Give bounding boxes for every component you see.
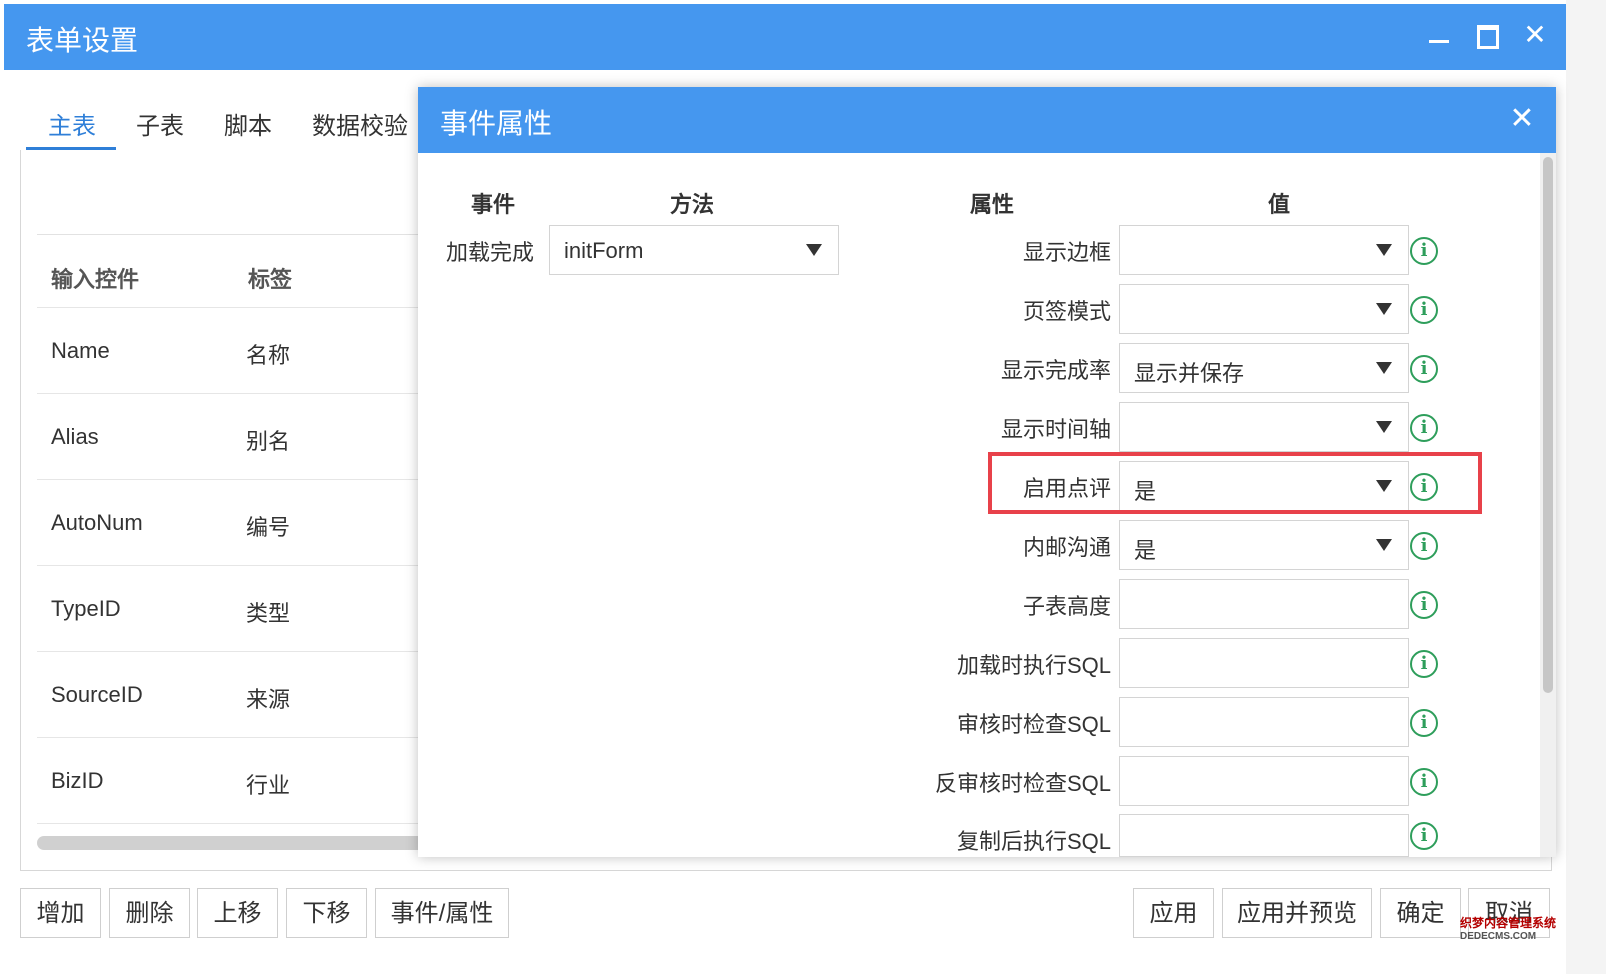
grid-header-label: 标签 <box>248 267 293 292</box>
dropdown-arrow-icon <box>1376 421 1392 433</box>
grid-cell-label[interactable]: 类型 <box>246 596 290 628</box>
property-select[interactable] <box>1119 225 1409 275</box>
watermark-line: DEDECMS.COM <box>1460 931 1537 942</box>
grid-divider <box>37 393 437 394</box>
info-icon[interactable]: i <box>1410 355 1438 383</box>
property-select[interactable] <box>1119 402 1409 452</box>
close-icon[interactable]: ✕ <box>1504 101 1540 137</box>
info-icon[interactable]: i <box>1410 414 1438 442</box>
property-label: 审核时检查SQL <box>956 712 1111 737</box>
minimize-icon[interactable] <box>1422 18 1456 52</box>
tab-validation[interactable]: 数据校验 <box>312 106 408 141</box>
property-label: 加载时执行SQL <box>956 653 1111 678</box>
event-properties-dialog: 事件属性 ✕ 事件 方法 属性 值 加载完成 initForm 显示边框 i 页… <box>418 87 1556 857</box>
watermark: 织梦内容管理系统 DEDECMS.COM <box>1460 916 1556 944</box>
tab-sub-table[interactable]: 子表 <box>136 106 184 141</box>
grid-cell-label[interactable]: 编号 <box>246 510 290 542</box>
scrollbar-thumb[interactable] <box>1543 157 1553 693</box>
property-label: 显示边框 <box>1022 240 1111 265</box>
property-label: 反审核时检查SQL <box>934 771 1111 796</box>
grid-cell-control[interactable]: BizID <box>51 768 104 794</box>
event-properties-button[interactable]: 事件/属性 <box>375 888 509 938</box>
apply-button[interactable]: 应用 <box>1133 888 1214 938</box>
info-icon[interactable]: i <box>1410 822 1438 850</box>
property-label: 子表高度 <box>1022 594 1111 619</box>
grid-cell-control[interactable]: Name <box>51 338 110 364</box>
grid-divider <box>37 565 437 566</box>
grid-cell-label[interactable]: 来源 <box>246 682 290 714</box>
dropdown-arrow-icon <box>1376 244 1392 256</box>
grid-cell-label[interactable]: 别名 <box>246 424 290 456</box>
grid-divider <box>37 479 437 480</box>
tab-main-table[interactable]: 主表 <box>48 106 96 141</box>
grid-cell-control[interactable]: AutoNum <box>51 510 143 536</box>
grid-header-control: 输入控件 <box>51 267 140 292</box>
grid-divider <box>37 823 437 824</box>
dialog-title: 事件属性 <box>440 108 553 139</box>
grid-divider <box>37 737 437 738</box>
property-select[interactable]: 是 <box>1119 520 1409 570</box>
method-select-value: initForm <box>564 238 644 263</box>
dialog-titlebar: 事件属性 ✕ <box>418 87 1556 153</box>
dropdown-arrow-icon <box>1376 362 1392 374</box>
property-select[interactable] <box>1119 284 1409 334</box>
confirm-button[interactable]: 确定 <box>1380 888 1461 938</box>
property-input[interactable] <box>1119 579 1409 629</box>
property-label: 内邮沟通 <box>1022 535 1111 560</box>
grid-cell-control[interactable]: Alias <box>51 424 99 450</box>
event-name: 加载完成 <box>446 240 535 265</box>
window-title: 表单设置 <box>26 25 139 56</box>
grid-divider <box>37 651 437 652</box>
watermark-line: 织梦内容管理系统 <box>1460 916 1557 930</box>
property-label: 显示时间轴 <box>1000 417 1111 442</box>
property-value: 是 <box>1134 538 1157 563</box>
apply-preview-button[interactable]: 应用并预览 <box>1222 888 1372 938</box>
property-input[interactable] <box>1119 756 1409 806</box>
info-icon[interactable]: i <box>1410 296 1438 324</box>
info-icon[interactable]: i <box>1410 768 1438 796</box>
info-icon[interactable]: i <box>1410 591 1438 619</box>
info-icon[interactable]: i <box>1410 237 1438 265</box>
move-down-button[interactable]: 下移 <box>286 888 367 938</box>
header-method: 方法 <box>670 192 715 217</box>
move-up-button[interactable]: 上移 <box>197 888 278 938</box>
header-event: 事件 <box>471 192 516 217</box>
method-select[interactable]: initForm <box>549 225 839 275</box>
grid-cell-control[interactable]: TypeID <box>51 596 121 622</box>
property-label: 复制后执行SQL <box>956 829 1111 854</box>
background-strip <box>1566 0 1606 974</box>
header-value: 值 <box>1268 192 1291 217</box>
dropdown-arrow-icon <box>1376 539 1392 551</box>
highlight-annotation <box>988 452 1482 514</box>
header-property: 属性 <box>970 192 1015 217</box>
property-label: 页签模式 <box>1022 299 1111 324</box>
info-icon[interactable]: i <box>1410 650 1438 678</box>
close-icon[interactable]: ✕ <box>1518 18 1552 52</box>
grid-cell-label[interactable]: 行业 <box>246 768 290 800</box>
tab-script[interactable]: 脚本 <box>224 106 272 141</box>
property-input[interactable] <box>1119 814 1409 857</box>
grid-cell-label[interactable]: 名称 <box>246 338 290 370</box>
grid-divider <box>37 234 437 235</box>
info-icon[interactable]: i <box>1410 709 1438 737</box>
property-select[interactable]: 显示并保存 <box>1119 343 1409 393</box>
maximize-icon[interactable] <box>1470 18 1504 52</box>
property-input[interactable] <box>1119 638 1409 688</box>
property-input[interactable] <box>1119 697 1409 747</box>
window-titlebar: 表单设置 ✕ <box>4 4 1566 70</box>
info-icon[interactable]: i <box>1410 532 1438 560</box>
property-value: 显示并保存 <box>1134 361 1245 386</box>
grid-horizontal-scrollbar[interactable] <box>37 836 437 850</box>
add-button[interactable]: 增加 <box>20 888 101 938</box>
dropdown-arrow-icon <box>1376 303 1392 315</box>
dialog-scrollbar[interactable] <box>1540 153 1556 857</box>
grid-cell-control[interactable]: SourceID <box>51 682 143 708</box>
delete-button[interactable]: 删除 <box>109 888 190 938</box>
property-label: 显示完成率 <box>1000 358 1111 383</box>
grid-divider <box>37 307 437 308</box>
